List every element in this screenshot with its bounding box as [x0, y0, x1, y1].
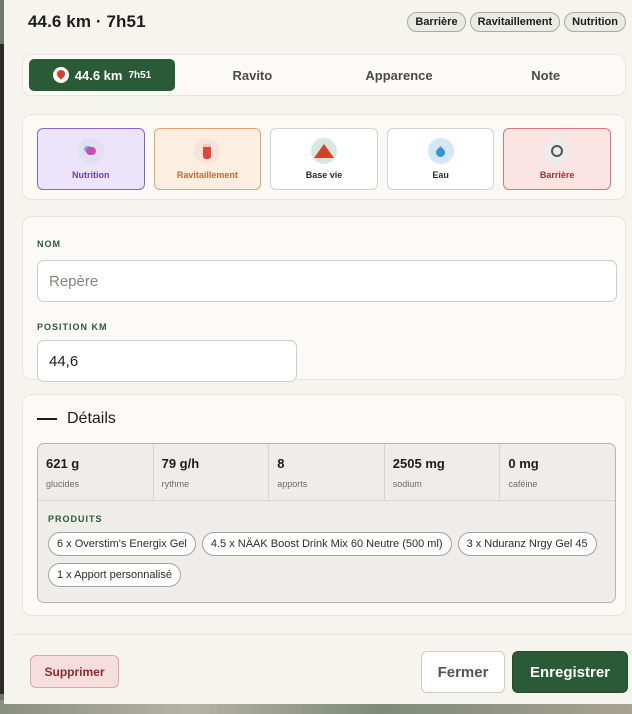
product-pill: 1 x Apport personnalisé: [48, 563, 181, 587]
nutrition-summary: 621 g glucides 79 g/h rythme 8 apports 2…: [37, 443, 616, 603]
tab-ravito[interactable]: Ravito: [179, 59, 326, 91]
details-section: Détails 621 g glucides 79 g/h rythme 8 a…: [22, 394, 626, 616]
tab-apparence[interactable]: Apparence: [326, 59, 473, 91]
name-input[interactable]: [37, 260, 617, 302]
stat-label: glucides: [46, 479, 80, 489]
waypoint-sheet: 44.6 km · 7h51 Barrière Ravitaillement N…: [4, 0, 632, 704]
tab-position-time: 7h51: [128, 69, 152, 81]
type-eau-button[interactable]: Eau: [386, 128, 495, 190]
delete-button[interactable]: Supprimer: [30, 655, 119, 688]
stat-value: 0 mg: [508, 456, 539, 471]
chip-ravitaillement: Ravitaillement: [469, 12, 561, 32]
stopwatch-icon: [544, 138, 571, 164]
type-eau-label: Eau: [432, 170, 449, 180]
stat-value: 8: [277, 456, 285, 471]
details-toggle[interactable]: Détails: [37, 410, 116, 428]
water-drop-icon: [427, 138, 454, 164]
sheet-header: 44.6 km · 7h51 Barrière Ravitaillement N…: [4, 0, 632, 44]
products-list: 6 x Overstim's Energix Gel 4.5 x NÄAK Bo…: [48, 532, 605, 587]
product-pill: 3 x Nduranz Nrgy Gel 45: [457, 532, 597, 556]
product-pill: 6 x Overstim's Energix Gel: [48, 532, 196, 556]
type-base-vie-label: Base vie: [305, 170, 343, 180]
details-title: Détails: [67, 410, 116, 427]
drink-cup-icon: [194, 138, 221, 164]
collapse-minus-icon: [37, 418, 57, 420]
tab-position[interactable]: 44.6 km 7h51: [29, 59, 175, 91]
stat-apports: 8 apports: [269, 444, 385, 500]
sheet-title: 44.6 km · 7h51: [28, 12, 146, 31]
tab-bar: 44.6 km 7h51 Ravito Apparence Note: [22, 54, 626, 96]
type-base-vie-button[interactable]: Base vie: [270, 128, 378, 190]
stat-sodium: 2505 mg sodium: [385, 444, 501, 500]
close-button[interactable]: Fermer: [421, 651, 505, 693]
products-section: PRODUITS 6 x Overstim's Energix Gel 4.5 …: [38, 501, 615, 600]
stat-rythme: 79 g/h rythme: [154, 444, 270, 500]
stats-row: 621 g glucides 79 g/h rythme 8 apports 2…: [38, 444, 615, 501]
stat-cafeine: 0 mg caféine: [500, 444, 615, 500]
type-chips: Barrière Ravitaillement Nutrition: [407, 12, 626, 32]
stat-label: sodium: [392, 479, 422, 489]
type-barriere-label: Barrière: [539, 170, 575, 180]
type-barriere-button[interactable]: Barrière: [503, 128, 611, 190]
sheet-content: 44.6 km 7h51 Ravito Apparence Note Nutri…: [13, 44, 632, 634]
stat-value: 2505 mg: [392, 456, 445, 471]
type-ravitaillement-button[interactable]: Ravitaillement: [153, 128, 262, 190]
stat-value: 79 g/h: [161, 456, 200, 471]
products-label: PRODUITS: [48, 514, 103, 524]
nutrition-icon: [77, 138, 104, 164]
stat-value: 621 g: [46, 456, 80, 471]
type-ravitaillement-label: Ravitaillement: [176, 170, 238, 180]
product-pill: 4.5 x NÄAK Boost Drink Mix 60 Neutre (50…: [201, 532, 452, 556]
waypoint-form: NOM POSITION KM: [22, 216, 626, 382]
chip-barriere: Barrière: [407, 12, 466, 32]
map-pin-icon: [52, 67, 69, 83]
tent-icon: [310, 138, 337, 164]
type-nutrition-button[interactable]: Nutrition: [37, 128, 145, 190]
sheet-footer: Supprimer Fermer Enregistrer: [13, 634, 632, 704]
stat-label: rythme: [161, 479, 190, 489]
save-button[interactable]: Enregistrer: [512, 651, 628, 693]
chip-nutrition: Nutrition: [564, 12, 626, 32]
name-label: NOM: [37, 239, 61, 249]
stat-label: caféine: [508, 479, 538, 489]
stat-label: apports: [277, 479, 308, 489]
type-selector: Nutrition Ravitaillement Base vie Eau Ba…: [22, 114, 626, 200]
tab-note[interactable]: Note: [472, 59, 619, 91]
position-label: POSITION KM: [37, 322, 108, 332]
stat-glucides: 621 g glucides: [38, 444, 154, 500]
position-km-input[interactable]: [37, 340, 297, 382]
tab-position-label: 44.6 km: [74, 67, 123, 83]
type-nutrition-label: Nutrition: [72, 170, 110, 180]
